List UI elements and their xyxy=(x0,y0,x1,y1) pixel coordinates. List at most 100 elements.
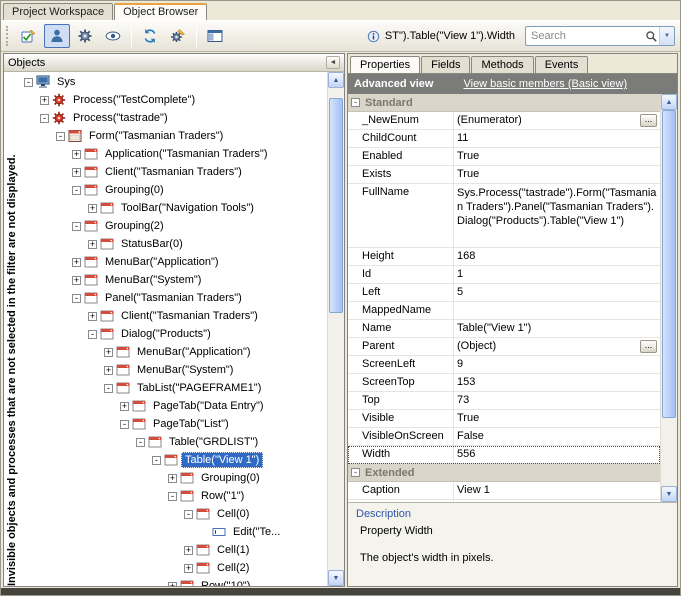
property-row[interactable]: VisibleOnScreenFalse xyxy=(348,428,660,446)
collapse-icon[interactable]: - xyxy=(184,510,193,519)
scroll-down-icon[interactable]: ▼ xyxy=(328,570,344,586)
collapse-icon[interactable]: - xyxy=(72,222,81,231)
collapse-icon[interactable]: - xyxy=(88,330,97,339)
property-row[interactable]: ExistsTrue xyxy=(348,166,660,184)
collapse-icon[interactable]: - xyxy=(56,132,65,141)
collapse-icon[interactable]: - xyxy=(120,420,129,429)
collapse-icon[interactable]: - xyxy=(168,492,177,501)
collapse-icon[interactable]: - xyxy=(351,468,360,477)
tab-events[interactable]: Events xyxy=(535,56,589,73)
tree-item[interactable]: +Client("Tasmanian Traders") xyxy=(21,307,327,325)
scroll-up-icon[interactable]: ▲ xyxy=(661,94,677,110)
tree-item[interactable]: -PageTab("List") xyxy=(21,415,327,433)
expand-icon[interactable]: + xyxy=(168,474,177,483)
grid-scroll-thumb[interactable] xyxy=(662,110,676,418)
collapse-icon[interactable]: - xyxy=(40,114,49,123)
property-row[interactable]: NameTable("View 1") xyxy=(348,320,660,338)
tree-item[interactable]: -Table("View 1") xyxy=(21,451,327,469)
tree-item[interactable]: +MenuBar("Application") xyxy=(21,343,327,361)
tree-item[interactable]: -Grouping(0) xyxy=(21,181,327,199)
tree-item[interactable]: -Panel("Tasmanian Traders") xyxy=(21,289,327,307)
tree-item[interactable]: +ToolBar("Navigation Tools") xyxy=(21,199,327,217)
property-row[interactable]: Left5 xyxy=(348,284,660,302)
collapse-icon[interactable]: - xyxy=(136,438,145,447)
tree-item[interactable]: Edit("Te... xyxy=(21,523,327,541)
property-row[interactable]: CaptionView 1 xyxy=(348,482,660,500)
ellipsis-button[interactable]: ... xyxy=(640,114,657,127)
property-row[interactable]: Id1 xyxy=(348,266,660,284)
tree-item[interactable]: +Grouping(0) xyxy=(21,469,327,487)
tab-properties[interactable]: Properties xyxy=(350,56,420,73)
expand-icon[interactable]: + xyxy=(88,240,97,249)
tree-item[interactable]: -Form("Tasmanian Traders") xyxy=(21,127,327,145)
tab-methods[interactable]: Methods xyxy=(471,56,533,73)
tree-item[interactable]: +Row("10") xyxy=(21,577,327,586)
tree-item[interactable]: +MenuBar("System") xyxy=(21,361,327,379)
search-input[interactable] xyxy=(531,30,644,42)
tree-item[interactable]: -Grouping(2) xyxy=(21,217,327,235)
panel-layout-button[interactable] xyxy=(202,24,228,48)
tree-item[interactable]: +Process("TestComplete") xyxy=(21,91,327,109)
tree-item[interactable]: -Cell(0) xyxy=(21,505,327,523)
basic-view-link[interactable]: View basic members (Basic view) xyxy=(463,78,627,90)
property-row[interactable]: VisibleTrue xyxy=(348,410,660,428)
expand-icon[interactable]: + xyxy=(40,96,49,105)
scroll-down-icon[interactable]: ▼ xyxy=(661,486,677,502)
property-row[interactable]: _NewEnum(Enumerator)... xyxy=(348,112,660,130)
tree-item[interactable]: +MenuBar("Application") xyxy=(21,253,327,271)
ellipsis-button[interactable]: ... xyxy=(640,340,657,353)
tree-scroll-track[interactable] xyxy=(328,88,344,570)
collapse-icon[interactable]: - xyxy=(72,186,81,195)
collapse-panel-icon[interactable]: ◄ xyxy=(326,56,340,69)
property-section-header[interactable]: -Standard xyxy=(348,94,660,112)
tree-item[interactable]: -Sys xyxy=(21,73,327,91)
property-row[interactable]: EnabledTrue xyxy=(348,148,660,166)
expand-icon[interactable]: + xyxy=(184,546,193,555)
collapse-icon[interactable]: - xyxy=(24,78,33,87)
tree-item[interactable]: -Table("GRDLIST") xyxy=(21,433,327,451)
advanced-settings-button[interactable] xyxy=(165,24,191,48)
property-row[interactable]: ScreenLeft9 xyxy=(348,356,660,374)
collapse-icon[interactable]: - xyxy=(104,384,113,393)
property-row[interactable]: ChildCount11 xyxy=(348,130,660,148)
tree-item[interactable]: +PageTab("Data Entry") xyxy=(21,397,327,415)
property-row[interactable]: Width556 xyxy=(348,446,660,464)
tree-item[interactable]: +Cell(2) xyxy=(21,559,327,577)
tree-item[interactable]: -Row("1") xyxy=(21,487,327,505)
tree-scroll-thumb[interactable] xyxy=(329,98,343,313)
expand-icon[interactable]: + xyxy=(120,402,129,411)
property-row[interactable]: Parent(Object)... xyxy=(348,338,660,356)
tab-object-browser[interactable]: Object Browser xyxy=(114,3,207,20)
expand-icon[interactable]: + xyxy=(168,582,177,587)
expand-icon[interactable]: + xyxy=(72,258,81,267)
search-dropdown-arrow[interactable]: ▼ xyxy=(659,27,674,45)
collapse-icon[interactable]: - xyxy=(152,456,161,465)
search-icon[interactable] xyxy=(644,30,659,43)
grid-scroll-track[interactable] xyxy=(661,110,677,486)
collapse-icon[interactable]: - xyxy=(72,294,81,303)
expand-icon[interactable]: + xyxy=(184,564,193,573)
highlight-object-button[interactable] xyxy=(16,24,42,48)
tree-item[interactable]: +Application("Tasmanian Traders") xyxy=(21,145,327,163)
tab-fields[interactable]: Fields xyxy=(421,56,470,73)
expand-icon[interactable]: + xyxy=(72,150,81,159)
tree-item[interactable]: +Cell(1) xyxy=(21,541,327,559)
expand-icon[interactable]: + xyxy=(104,348,113,357)
show-object-button[interactable] xyxy=(44,24,70,48)
expand-icon[interactable]: + xyxy=(88,312,97,321)
property-row[interactable]: MappedName xyxy=(348,302,660,320)
tree-item[interactable]: -TabList("PAGEFRAME1") xyxy=(21,379,327,397)
expand-icon[interactable]: + xyxy=(88,204,97,213)
toolbar-grip[interactable] xyxy=(6,26,10,46)
property-row[interactable]: FullNameSys.Process("tastrade").Form("Ta… xyxy=(348,184,660,248)
tree-item[interactable]: +MenuBar("System") xyxy=(21,271,327,289)
property-section-header[interactable]: -Extended xyxy=(348,464,660,482)
object-settings-button[interactable] xyxy=(72,24,98,48)
expand-icon[interactable]: + xyxy=(104,366,113,375)
tree-item[interactable]: -Dialog("Products") xyxy=(21,325,327,343)
property-row[interactable]: Top73 xyxy=(348,392,660,410)
refresh-button[interactable] xyxy=(137,24,163,48)
tree-item[interactable]: +Client("Tasmanian Traders") xyxy=(21,163,327,181)
property-row[interactable]: Height168 xyxy=(348,248,660,266)
property-row[interactable]: ScreenTop153 xyxy=(348,374,660,392)
